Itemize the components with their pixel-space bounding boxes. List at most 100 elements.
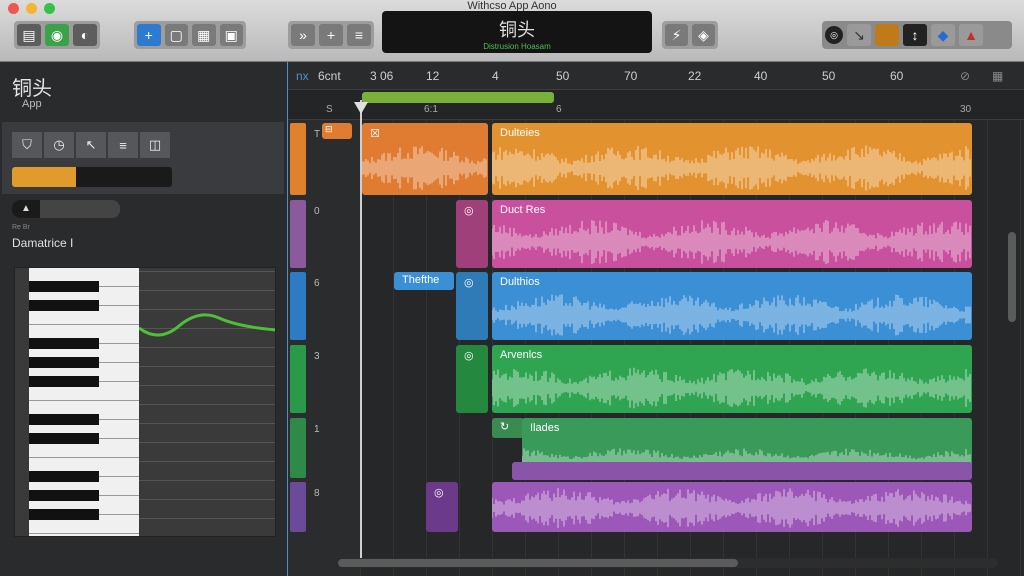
- ruler-sub-tick: 6:1: [424, 104, 438, 115]
- track-number: 8: [314, 488, 320, 499]
- metronome-icon[interactable]: ◈: [692, 24, 715, 46]
- transport-controls: » + ≡: [288, 21, 374, 49]
- piano-black-key[interactable]: [29, 376, 99, 387]
- lcd-display[interactable]: 铜头 Distrusion Hoasam: [382, 11, 652, 53]
- piano-black-key[interactable]: [29, 414, 99, 425]
- piano-black-key[interactable]: [29, 433, 99, 444]
- region-label: Dulteies: [500, 127, 540, 139]
- track-lanes[interactable]: ⊟ ☒ Dulteies ◎ Duct Res Thefthe ◎ Dulthi…: [322, 120, 1024, 576]
- ruler-left-label: nx: [296, 69, 309, 83]
- track-color-strip: [290, 418, 306, 478]
- grid-icon[interactable]: ▦: [992, 69, 1003, 83]
- track-number: 3: [314, 351, 320, 362]
- loop-icon[interactable]: ▦: [192, 24, 216, 46]
- marker-ruler[interactable]: S 6:1 6 30: [288, 90, 1024, 120]
- smart-controls-icon[interactable]: ◉: [45, 24, 69, 46]
- region-label: Ilades: [530, 422, 560, 434]
- vertical-scroll-thumb[interactable]: [1008, 232, 1016, 322]
- region-track3-b[interactable]: ◎: [456, 272, 488, 340]
- piano-black-key[interactable]: [29, 471, 99, 482]
- split-icon[interactable]: ◫: [140, 132, 170, 158]
- piano-black-key[interactable]: [29, 490, 99, 501]
- playhead-handle[interactable]: [354, 102, 368, 114]
- timeline-ruler[interactable]: nx 6cnt 3 06 12 4 50 70 22 40 50 60 ⊘ ▦: [288, 62, 1024, 90]
- region-track2-a[interactable]: ◎: [456, 200, 488, 268]
- region-close-icon: ☒: [370, 128, 380, 140]
- forward-icon[interactable]: »: [291, 24, 315, 46]
- ruler-sub-tick: 30: [960, 104, 972, 115]
- region-thefthe[interactable]: Thefthe: [394, 272, 454, 290]
- region-small-icon: ⊟: [325, 124, 333, 134]
- track-header[interactable]: 1: [288, 418, 360, 478]
- region-label: Arvenlcs: [500, 349, 543, 361]
- editor-icon[interactable]: ▢: [164, 24, 188, 46]
- region-track1-b[interactable]: ☒: [362, 123, 488, 195]
- piano-black-key[interactable]: [29, 357, 99, 368]
- track-number: 6: [314, 278, 320, 289]
- track-header[interactable]: 0: [288, 200, 360, 268]
- ruler-sub-tick: S: [326, 104, 333, 115]
- track-header[interactable]: 3: [288, 345, 360, 413]
- region-arvenlcs[interactable]: Arvenlcs: [492, 345, 972, 413]
- piano-keys[interactable]: [29, 268, 139, 536]
- add-track-icon[interactable]: +: [137, 24, 161, 46]
- horizontal-scroll-thumb[interactable]: [338, 559, 738, 567]
- track-color-strip: [290, 200, 306, 268]
- ruler-tick: 70: [624, 69, 638, 83]
- track-header[interactable]: 8: [288, 482, 360, 532]
- region-track4-a[interactable]: ◎: [456, 345, 488, 413]
- region-loop-icon: ↻: [500, 421, 510, 433]
- piano-black-key[interactable]: [29, 338, 99, 349]
- region-track1-a[interactable]: ⊟: [322, 123, 352, 139]
- timer-icon[interactable]: ◷: [44, 132, 74, 158]
- waveform: [492, 145, 971, 191]
- track-header[interactable]: 6: [288, 272, 360, 340]
- region-loop-icon: ◎: [464, 277, 474, 289]
- note-curve: [138, 313, 275, 337]
- piano-roll[interactable]: [14, 267, 276, 537]
- cycle-region[interactable]: [362, 92, 554, 103]
- piano-black-key[interactable]: [29, 509, 99, 520]
- warning-icon[interactable]: ▲: [959, 24, 983, 46]
- region-label: Duct Res: [500, 204, 546, 216]
- region-dulthios[interactable]: Dulthios: [492, 272, 972, 340]
- playhead[interactable]: [360, 100, 362, 560]
- region-track6-b[interactable]: [492, 482, 972, 532]
- list-icon[interactable]: ≡: [347, 24, 371, 46]
- inspector-title: 铜头: [12, 78, 52, 100]
- volume-slider[interactable]: ▲: [12, 200, 120, 218]
- right-controls: ◎ ↘ ↕ ◆ ▲: [822, 21, 1012, 49]
- note-icon[interactable]: ▣: [219, 24, 243, 46]
- tools-controls: ⚡ ◈: [662, 21, 718, 49]
- region-track5-a[interactable]: ↻: [492, 418, 524, 438]
- region-dulteies[interactable]: Dulteies: [492, 123, 972, 195]
- waveform: [492, 294, 971, 336]
- mixer-icon[interactable]: ◐: [73, 24, 97, 46]
- waveform: [492, 367, 971, 409]
- region-track6-a[interactable]: ◎: [426, 482, 458, 532]
- inspector-tool-row: ⛉ ◷ ↖ ≡ ◫: [12, 132, 170, 158]
- level-meter[interactable]: [12, 167, 172, 187]
- tempo-icon[interactable]: ↕: [903, 24, 927, 46]
- status-icon[interactable]: ◎: [825, 26, 843, 44]
- waveform: [362, 146, 487, 190]
- shield-icon[interactable]: ⛉: [12, 132, 42, 158]
- horizontal-scrollbar[interactable]: [338, 558, 998, 568]
- menu-icon[interactable]: ≡: [108, 132, 138, 158]
- catch-icon[interactable]: ⊘: [960, 69, 970, 83]
- pointer-icon[interactable]: ↖: [76, 132, 106, 158]
- tuner-icon[interactable]: ⚡: [665, 24, 688, 46]
- ruler-count-label: 6cnt: [318, 69, 341, 83]
- inspector-panel: 铜头 App ⛉ ◷ ↖ ≡ ◫ ▲ Re Br Damatrice I: [0, 62, 288, 576]
- piano-black-key[interactable]: [29, 281, 99, 292]
- piano-black-key[interactable]: [29, 300, 99, 311]
- ruler-sub-tick: 6: [556, 104, 562, 115]
- plus-icon[interactable]: +: [319, 24, 343, 46]
- library-icon[interactable]: ▤: [17, 24, 41, 46]
- play-triangle-icon[interactable]: ▲: [12, 200, 40, 218]
- region-track5-overlay[interactable]: [512, 462, 972, 480]
- region-duct-res[interactable]: Duct Res: [492, 200, 972, 268]
- piano-roll-grid[interactable]: [138, 268, 275, 536]
- drop-icon[interactable]: ◆: [931, 24, 955, 46]
- ruler-tick: 12: [426, 69, 440, 83]
